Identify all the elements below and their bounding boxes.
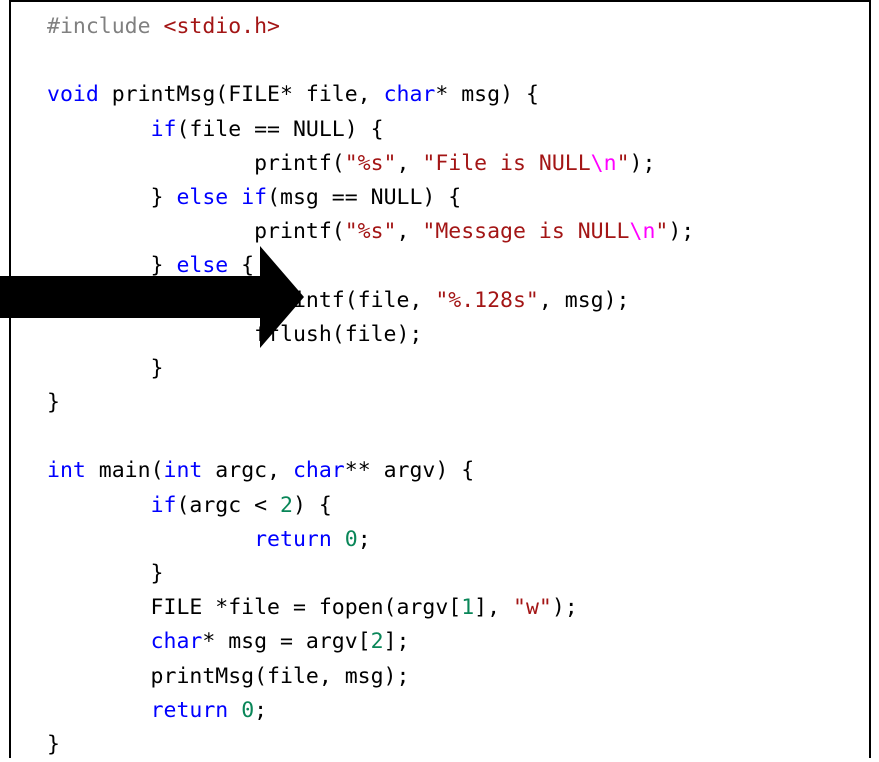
code-token-plain: } [47,390,60,416]
code-token-preproc: #include [47,14,164,39]
code-line: FILE *file = fopen(argv[1], "w"); [47,591,694,625]
code-token-plain: } [47,184,177,210]
right-arrow-icon [0,246,304,348]
code-line: return 0; [47,694,694,728]
code-token-keyword: void [47,82,99,108]
code-token-plain: ]; [383,629,410,655]
code-token-keyword: if [241,184,268,210]
code-token-keyword: char [292,458,345,484]
code-line: if(argc < 2) { [47,489,694,523]
code-line: } [47,386,694,420]
code-token-plain: ; [254,697,268,723]
code-token-plain: * msg = argv[ [202,629,371,655]
code-token-string: "Message is NULL [422,219,630,245]
code-token-plain: , [396,219,423,245]
code-token-number: 2 [280,492,293,518]
code-token-keyword: else [176,184,229,210]
code-token-keyword: int [163,458,203,484]
code-token-plain: ); [629,150,656,176]
code-line: int main(int argc, char** argv) { [47,454,694,488]
code-line: return 0; [47,523,694,557]
code-token-number: 0 [241,697,255,723]
code-token-string: "%.128s" [435,287,539,313]
code-line: if(file == NULL) { [47,113,694,147]
code-token-plain: } [47,731,60,757]
code-token-plain: argc, [202,458,293,484]
code-token-plain: ], [474,595,514,621]
code-token-string: "File is NULL [422,150,591,176]
code-token-plain: printMsg(file, msg); [47,663,410,689]
code-token-plain: (msg == NULL) { [267,184,462,210]
code-token-plain: printMsg(FILE* file, [98,82,384,108]
code-token-plain: main( [85,458,164,484]
code-token-plain: FILE *file = fopen(argv[ [47,595,462,621]
code-block: #include <stdio.h> void printMsg(FILE* f… [47,10,694,762]
code-token-keyword: char [150,629,203,655]
code-token-string: "%s" [344,150,397,176]
code-line: #include <stdio.h> [47,10,694,44]
code-token-keyword: if [150,116,177,142]
code-line: } [47,728,694,762]
code-line: } [47,557,694,591]
code-token-keyword: char [383,82,436,108]
code-line: printf("%s", "File is NULL\n"); [47,147,694,181]
code-token-keyword: return [254,526,332,552]
code-token-string: "w" [513,595,552,621]
code-token-number: 1 [461,595,475,621]
code-line: void printMsg(FILE* file, char* msg) { [47,78,694,112]
code-token-string: " [616,150,630,176]
code-editor-frame: #include <stdio.h> void printMsg(FILE* f… [9,0,871,758]
code-token-keyword: return [150,697,229,723]
code-token-keyword: if [150,492,177,518]
code-line: printMsg(file, msg); [47,660,694,694]
code-token-plain: ); [551,595,578,621]
code-token-plain: ; [357,526,371,552]
code-token-plain: , msg); [538,287,630,313]
code-token-string: <stdio.h> [163,14,281,39]
code-token-plain: ) { [292,492,332,518]
code-token-plain: (file == NULL) { [176,116,384,142]
code-token-number: 2 [370,629,384,655]
code-token-plain: } [47,355,164,381]
code-token-plain: printf( [47,150,345,176]
code-token-plain: , [396,150,423,176]
code-token-plain: (argc < [176,492,281,518]
code-token-plain: * msg) { [435,82,539,108]
code-token-plain: } [47,561,164,586]
code-line: } [47,352,694,386]
code-line: char* msg = argv[2]; [47,625,694,659]
code-token-plain: printf( [47,219,345,245]
code-token-number: 0 [344,526,358,552]
code-token-string: " [655,219,669,245]
code-token-string: "%s" [344,219,397,245]
code-token-keyword: int [47,458,86,484]
code-token-escape: \n [590,150,617,176]
code-line: } else if(msg == NULL) { [47,181,694,215]
code-token-escape: \n [629,219,656,245]
code-line: printf("%s", "Message is NULL\n"); [47,215,694,249]
code-token-plain: ** argv) { [344,458,475,484]
code-token-plain: ); [668,219,695,245]
